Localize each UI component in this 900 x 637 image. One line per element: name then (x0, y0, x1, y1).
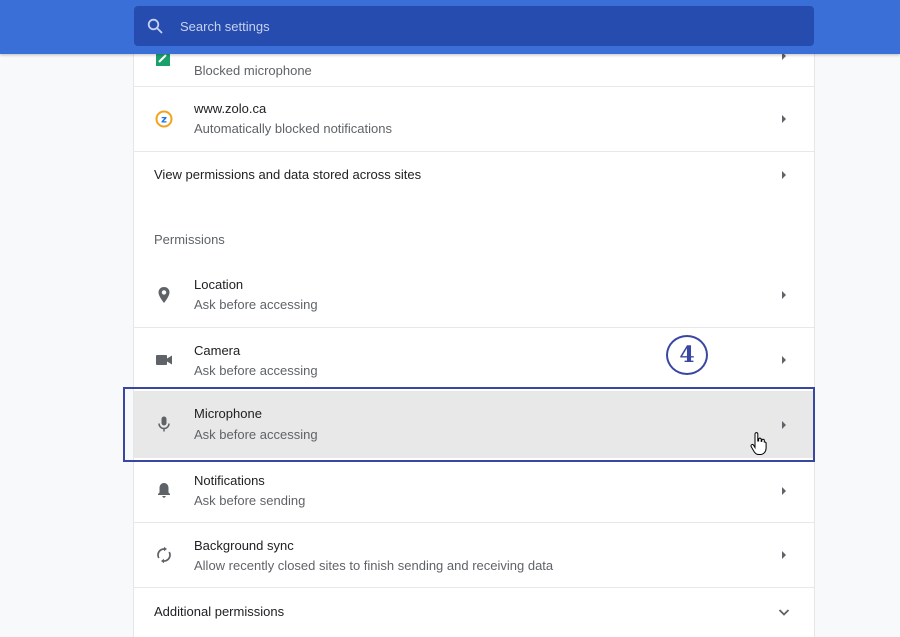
search-input[interactable]: Search settings (180, 19, 270, 34)
permission-row-notifications[interactable]: Notifications Ask before sending (134, 458, 814, 523)
site-title: www.zolo.ca (194, 101, 267, 116)
step-number-badge: 4 (666, 335, 708, 375)
site-row-zolo[interactable]: z www.zolo.ca Automatically blocked noti… (134, 87, 814, 152)
view-all-permissions-row[interactable]: View permissions and data stored across … (134, 152, 814, 198)
permission-title: Camera (194, 343, 241, 358)
permission-row-microphone[interactable]: Microphone Ask before accessing (134, 392, 814, 458)
permission-subtitle: Ask before accessing (194, 427, 318, 442)
site-subtitle: Blocked microphone (194, 63, 312, 78)
chevron-right-icon (782, 115, 786, 123)
permission-title: Microphone (194, 406, 262, 421)
permission-row-background-sync[interactable]: Background sync Allow recently closed si… (134, 523, 814, 588)
permission-title: Background sync (194, 538, 294, 553)
chevron-right-icon (782, 487, 786, 495)
microphone-icon (158, 416, 170, 432)
additional-permissions-label: Additional permissions (154, 604, 285, 619)
chevron-right-icon (782, 551, 786, 559)
permission-subtitle: Ask before accessing (194, 297, 318, 312)
permission-subtitle: Ask before accessing (194, 363, 318, 378)
chevron-right-icon (782, 291, 786, 299)
search-icon (147, 18, 163, 34)
view-all-permissions-label: View permissions and data stored across … (154, 167, 422, 182)
chevron-right-icon (782, 421, 786, 429)
permission-title: Notifications (194, 473, 265, 488)
camera-icon (156, 355, 172, 365)
hand-cursor-icon (750, 432, 767, 455)
zolo-favicon-icon: z (155, 110, 173, 128)
permission-row-location[interactable]: Location Ask before accessing (134, 262, 814, 328)
permission-title: Location (194, 277, 244, 292)
search-box[interactable]: Search settings (134, 6, 814, 46)
chevron-down-icon (778, 609, 790, 616)
chevron-right-icon (782, 356, 786, 364)
permission-subtitle: Ask before sending (194, 493, 306, 508)
settings-card: Blocked microphone z www.zolo.ca Automat… (134, 52, 814, 637)
svg-text:z: z (161, 115, 167, 126)
permission-subtitle: Allow recently closed sites to finish se… (194, 558, 554, 573)
site-subtitle: Automatically blocked notifications (194, 121, 392, 136)
bell-icon (158, 483, 170, 498)
additional-permissions-row[interactable]: Additional permissions (134, 588, 814, 637)
permissions-heading: Permissions (154, 232, 225, 247)
sync-icon (157, 546, 171, 564)
chevron-right-icon (782, 171, 786, 179)
location-pin-icon (158, 287, 170, 303)
top-bar: Search settings (0, 0, 900, 54)
permission-row-camera[interactable]: Camera Ask before accessing (134, 328, 814, 392)
